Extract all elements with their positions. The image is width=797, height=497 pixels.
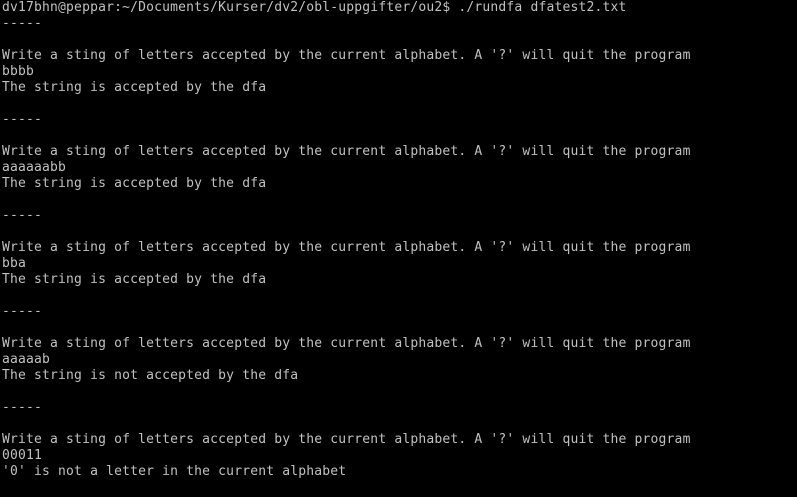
terminal-window[interactable]: dv17bhn@peppar:~/Documents/Kurser/dv2/ob…: [0, 0, 797, 497]
separator-line: -----: [2, 112, 43, 127]
error-message-line: '0' is not a letter in the current alpha…: [2, 464, 347, 479]
input-prompt-line: Write a sting of letters accepted by the…: [2, 336, 691, 351]
input-prompt-line: Write a sting of letters accepted by the…: [2, 48, 691, 63]
user-input-line: bbbb: [2, 64, 35, 79]
user-input-line: aaaaaabb: [2, 160, 67, 175]
terminal-output: dv17bhn@peppar:~/Documents/Kurser/dv2/ob…: [2, 0, 797, 480]
separator-line: -----: [2, 304, 43, 319]
input-prompt-line: Write a sting of letters accepted by the…: [2, 432, 691, 447]
user-input-line: aaaaab: [2, 352, 51, 367]
result-line: The string is accepted by the dfa: [2, 272, 267, 287]
separator-line: -----: [2, 208, 43, 223]
result-line: The string is accepted by the dfa: [2, 80, 267, 95]
input-prompt-line: Write a sting of letters accepted by the…: [2, 144, 691, 159]
separator-line: -----: [2, 400, 43, 415]
user-input-line: bba: [2, 256, 27, 271]
result-line: The string is accepted by the dfa: [2, 176, 267, 191]
input-prompt-line: Write a sting of letters accepted by the…: [2, 240, 691, 255]
separator-line: -----: [2, 16, 43, 31]
prompt-command-line: dv17bhn@peppar:~/Documents/Kurser/dv2/ob…: [2, 0, 627, 15]
user-input-line: 00011: [2, 448, 43, 463]
result-line: The string is not accepted by the dfa: [2, 368, 299, 383]
